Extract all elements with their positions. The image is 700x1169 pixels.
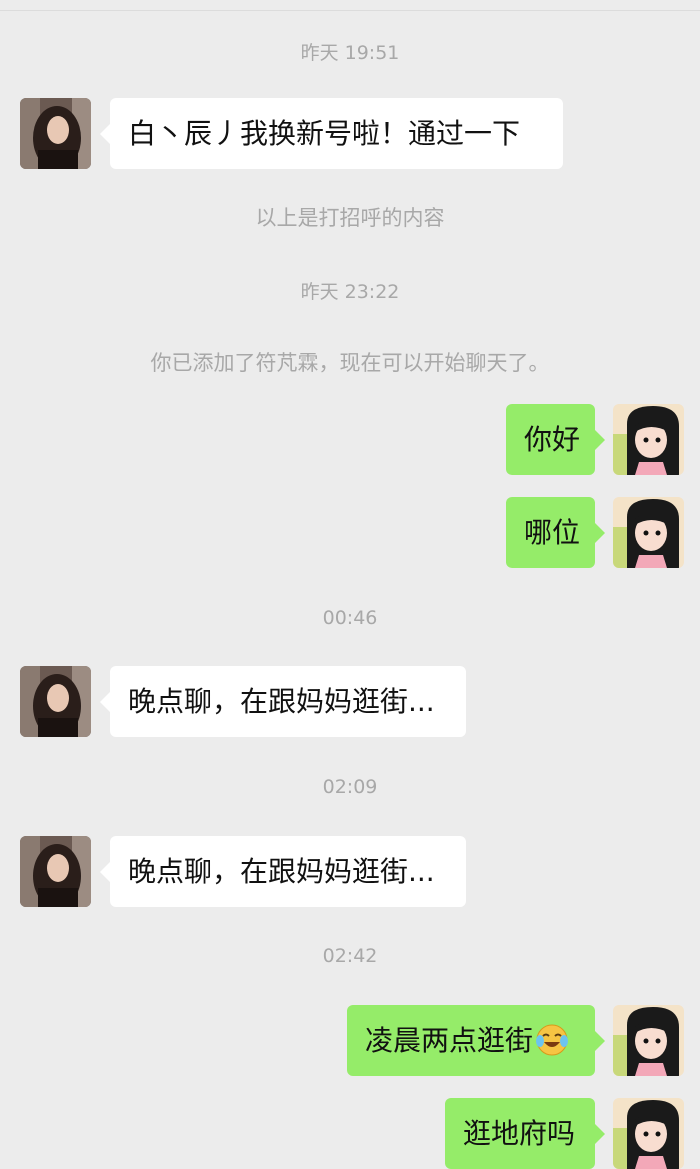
- timestamp: 昨天 23:22: [300, 281, 400, 303]
- self-avatar-cartoon-icon: [613, 404, 684, 475]
- outgoing-message-bubble[interactable]: 哪位: [506, 497, 605, 568]
- message-text: 晚点聊，在跟妈妈逛街...: [128, 855, 435, 888]
- message-text: 哪位: [524, 516, 581, 549]
- outgoing-message-bubble[interactable]: 凌晨两点逛街: [347, 1005, 605, 1076]
- self-avatar[interactable]: [613, 1098, 684, 1169]
- system-notice: 你已添加了符芃霖，现在可以开始聊天了。: [150, 351, 550, 375]
- contact-avatar[interactable]: [20, 98, 91, 169]
- outgoing-message-bubble[interactable]: 逛地府吗: [445, 1098, 605, 1169]
- incoming-message-bubble[interactable]: 晚点聊，在跟妈妈逛街...: [100, 666, 466, 737]
- contact-avatar-photo-icon: [20, 98, 91, 169]
- outgoing-message-bubble[interactable]: 你好: [506, 404, 605, 475]
- top-divider: [0, 10, 700, 11]
- timestamp: 02:42: [322, 945, 378, 967]
- system-notice: 以上是打招呼的内容: [255, 206, 445, 230]
- self-avatar-cartoon-icon: [613, 497, 684, 568]
- message-text: 你好: [524, 423, 581, 456]
- contact-avatar[interactable]: [20, 836, 91, 907]
- message-text: 白丶辰丿我换新号啦！通过一下: [128, 117, 521, 150]
- timestamp: 02:09: [322, 776, 378, 798]
- message-text: 晚点聊，在跟妈妈逛街...: [128, 685, 435, 718]
- laughing-crying-emoji-icon: [536, 1024, 569, 1056]
- message-text: 凌晨两点逛街: [365, 1024, 534, 1057]
- message-text: 逛地府吗: [463, 1117, 576, 1150]
- self-avatar[interactable]: [613, 404, 684, 475]
- timestamp: 昨天 19:51: [300, 42, 400, 64]
- timestamp: 00:46: [322, 607, 378, 629]
- self-avatar[interactable]: [613, 497, 684, 568]
- incoming-message-bubble[interactable]: 白丶辰丿我换新号啦！通过一下: [100, 98, 563, 169]
- incoming-message-bubble[interactable]: 晚点聊，在跟妈妈逛街...: [100, 836, 466, 907]
- contact-avatar-photo-icon: [20, 836, 91, 907]
- self-avatar-cartoon-icon: [613, 1098, 684, 1169]
- self-avatar-cartoon-icon: [613, 1005, 684, 1076]
- contact-avatar-photo-icon: [20, 666, 91, 737]
- self-avatar[interactable]: [613, 1005, 684, 1076]
- contact-avatar[interactable]: [20, 666, 91, 737]
